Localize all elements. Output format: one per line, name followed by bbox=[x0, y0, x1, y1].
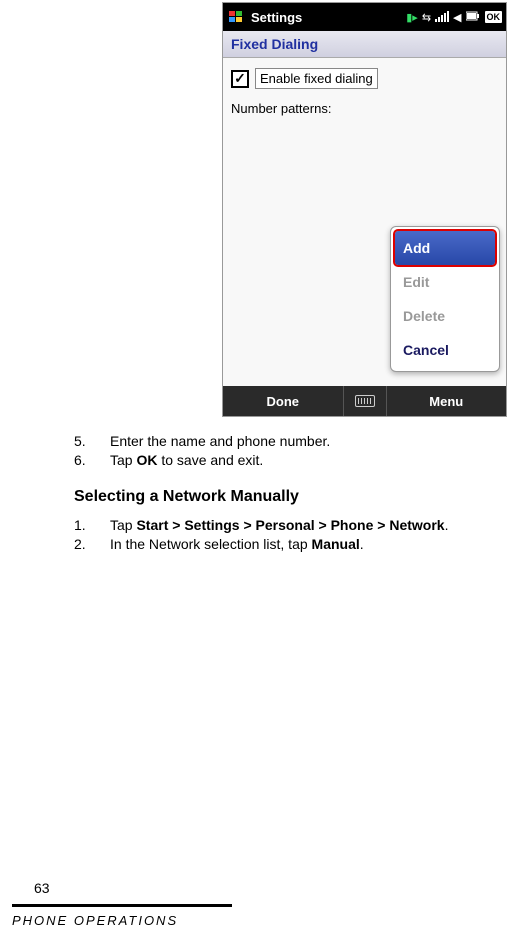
subheading: Selecting a Network Manually bbox=[74, 487, 519, 507]
keyboard-button[interactable] bbox=[343, 386, 387, 416]
connectivity-icon: ▮▸ bbox=[406, 11, 418, 24]
ok-button[interactable]: OK bbox=[485, 11, 503, 23]
menu-edit: Edit bbox=[395, 265, 495, 299]
step-text: In the Network selection list, tap Manua… bbox=[110, 536, 364, 554]
menu-button[interactable]: Menu bbox=[387, 394, 507, 409]
step-number: 2. bbox=[74, 536, 110, 554]
footer-section-title: Phone Operations bbox=[12, 913, 178, 928]
menu-delete: Delete bbox=[395, 299, 495, 333]
phone-screenshot: Settings ▮▸ ⇆ ◀ OK Fixed Dialing ✓ Enabl… bbox=[222, 2, 507, 417]
page-number: 63 bbox=[34, 880, 50, 896]
menu-add[interactable]: Add bbox=[395, 231, 495, 265]
step-6: 6. Tap OK to save and exit. bbox=[74, 452, 519, 470]
status-title: Settings bbox=[251, 10, 302, 25]
step-text: Tap Start > Settings > Personal > Phone … bbox=[110, 517, 448, 535]
number-patterns-label: Number patterns: bbox=[231, 101, 498, 116]
battery-icon bbox=[466, 11, 480, 24]
step-number: 1. bbox=[74, 517, 110, 535]
softkey-bar: Done Menu bbox=[223, 386, 506, 416]
menu-cancel[interactable]: Cancel bbox=[395, 333, 495, 367]
step-number: 6. bbox=[74, 452, 110, 470]
step-5: 5. Enter the name and phone number. bbox=[74, 433, 519, 451]
status-bar: Settings ▮▸ ⇆ ◀ OK bbox=[223, 3, 506, 31]
document-body: 5. Enter the name and phone number. 6. T… bbox=[0, 417, 519, 553]
footer-divider bbox=[12, 904, 232, 907]
signal-icon bbox=[435, 10, 449, 25]
windows-start-icon[interactable] bbox=[227, 8, 245, 26]
app-body: ✓ Enable fixed dialing Number patterns: … bbox=[223, 58, 506, 386]
sync-icon: ⇆ bbox=[422, 11, 431, 24]
step-text: Tap OK to save and exit. bbox=[110, 452, 263, 470]
context-menu: Add Edit Delete Cancel bbox=[390, 226, 500, 372]
done-button[interactable]: Done bbox=[223, 394, 343, 409]
steps-network: 1. Tap Start > Settings > Personal > Pho… bbox=[74, 517, 519, 553]
keyboard-icon bbox=[355, 395, 375, 407]
step-text: Enter the name and phone number. bbox=[110, 433, 330, 451]
enable-fixed-dialing-label: Enable fixed dialing bbox=[255, 68, 378, 89]
enable-fixed-dialing-checkbox[interactable]: ✓ bbox=[231, 70, 249, 88]
step-number: 5. bbox=[74, 433, 110, 451]
steps-continued: 5. Enter the name and phone number. 6. T… bbox=[74, 433, 519, 469]
app-header: Fixed Dialing bbox=[223, 31, 506, 58]
step-2: 2. In the Network selection list, tap Ma… bbox=[74, 536, 519, 554]
speaker-icon: ◀ bbox=[453, 11, 461, 24]
step-1: 1. Tap Start > Settings > Personal > Pho… bbox=[74, 517, 519, 535]
